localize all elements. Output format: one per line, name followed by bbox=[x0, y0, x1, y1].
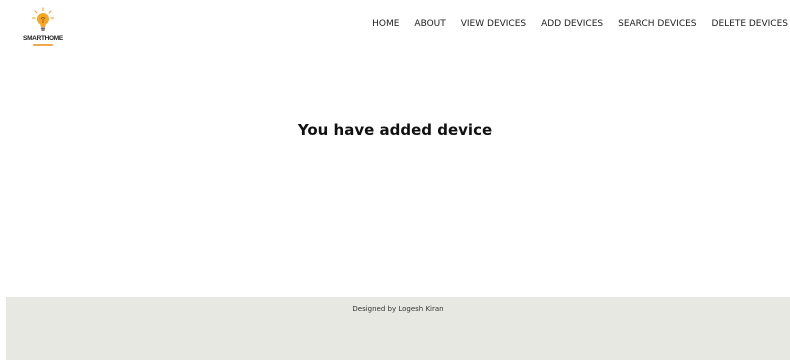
logo-accent-line bbox=[33, 44, 53, 46]
site-footer: Designed by Logesh Kiran bbox=[6, 297, 790, 360]
logo-text: SMARTHOME bbox=[23, 35, 63, 42]
nav-item-view-devices[interactable]: VIEW DEVICES bbox=[453, 18, 533, 30]
nav-item-delete-devices[interactable]: DELETE DEVICES bbox=[704, 18, 790, 30]
lightbulb-icon bbox=[31, 7, 55, 31]
logo[interactable]: SMARTHOME bbox=[21, 7, 65, 47]
site-header: SMARTHOME HOME ABOUT VIEW DEVICES ADD DE… bbox=[0, 0, 790, 50]
confirmation-message: You have added device bbox=[297, 121, 493, 139]
nav-item-search-devices[interactable]: SEARCH DEVICES bbox=[611, 18, 704, 30]
main-nav: HOME ABOUT VIEW DEVICES ADD DEVICES SEAR… bbox=[365, 18, 790, 30]
nav-item-add-devices[interactable]: ADD DEVICES bbox=[534, 18, 611, 30]
nav-item-about[interactable]: ABOUT bbox=[407, 18, 453, 30]
nav-item-home[interactable]: HOME bbox=[365, 18, 407, 30]
page: SMARTHOME HOME ABOUT VIEW DEVICES ADD DE… bbox=[0, 0, 790, 360]
footer-credit: Designed by Logesh Kiran bbox=[352, 305, 444, 313]
